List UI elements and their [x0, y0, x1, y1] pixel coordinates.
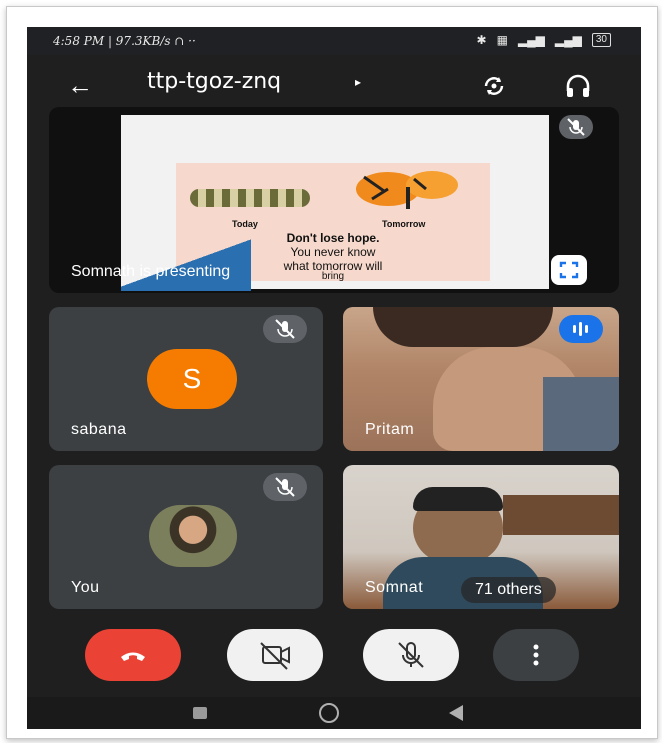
bluetooth-icon: ✱ — [476, 33, 487, 47]
back-arrow-icon[interactable]: ← — [67, 71, 95, 99]
participant-name: Somnat — [365, 579, 424, 596]
system-nav-bar — [27, 697, 641, 729]
mic-off-button[interactable] — [363, 629, 459, 681]
participant-tile-somnath[interactable]: Somnat 71 others — [343, 465, 619, 609]
participant-tile-pritam[interactable]: Pritam — [343, 307, 619, 451]
participant-tile-you[interactable]: You — [49, 465, 323, 609]
battery-icon: 30 — [591, 33, 611, 47]
participant-tile-sabana[interactable]: S sabana — [49, 307, 323, 451]
mic-off-icon — [559, 115, 593, 139]
back-icon[interactable] — [449, 705, 463, 721]
participant-name: You — [71, 579, 100, 596]
end-call-button[interactable] — [85, 629, 181, 681]
recents-icon[interactable] — [193, 707, 207, 719]
more-options-button[interactable] — [493, 629, 579, 681]
headphones-icon[interactable] — [563, 71, 593, 101]
phone-screen: 4:58 PM | 97.3KB/s ∩ ·· ✱ ▦ ▂▄▆ ▂▄▆ 30 ←… — [27, 27, 641, 729]
participant-name: sabana — [71, 421, 127, 438]
camera-off-button[interactable] — [227, 629, 323, 681]
mic-off-icon — [263, 473, 307, 501]
meeting-title[interactable]: ttp-tgoz-znq — [147, 69, 281, 94]
speaking-indicator-icon — [559, 315, 603, 343]
status-icons: ✱ ▦ ▂▄▆ ▂▄▆ 30 — [477, 33, 611, 47]
fullscreen-button[interactable] — [551, 255, 587, 285]
others-count-badge[interactable]: 71 others — [461, 577, 556, 603]
slide-caption-tomorrow: Tomorrow — [382, 219, 426, 229]
screenshot-frame: 4:58 PM | 97.3KB/s ∩ ·· ✱ ▦ ▂▄▆ ▂▄▆ 30 ←… — [6, 6, 658, 739]
slide-caption-today: Today — [232, 219, 258, 229]
presenting-label: Somnath is presenting — [71, 263, 231, 280]
camera-switch-icon[interactable] — [479, 71, 509, 101]
avatar — [149, 505, 237, 567]
status-time: 4:58 PM | 97.3KB/s ∩ ·· — [53, 34, 196, 48]
participant-name: Pritam — [365, 421, 415, 438]
butterfly-image — [356, 171, 458, 209]
vibrate-icon: ▦ — [496, 33, 508, 47]
signal-icon: ▂▄▆ — [517, 33, 545, 47]
presentation-tile[interactable]: Today Tomorrow Don't lose hope. You neve… — [49, 107, 619, 293]
avatar: S — [147, 349, 237, 409]
app-bar: ← ttp-tgoz-znq ▸ — [27, 55, 641, 115]
mic-off-icon — [263, 315, 307, 343]
caret-right-icon[interactable]: ▸ — [355, 75, 361, 89]
status-bar: 4:58 PM | 97.3KB/s ∩ ·· ✱ ▦ ▂▄▆ ▂▄▆ 30 — [27, 27, 641, 55]
call-controls — [27, 625, 641, 687]
caterpillar-image — [190, 189, 310, 207]
home-icon[interactable] — [319, 703, 339, 723]
signal-icon: ▂▄▆ — [554, 33, 582, 47]
